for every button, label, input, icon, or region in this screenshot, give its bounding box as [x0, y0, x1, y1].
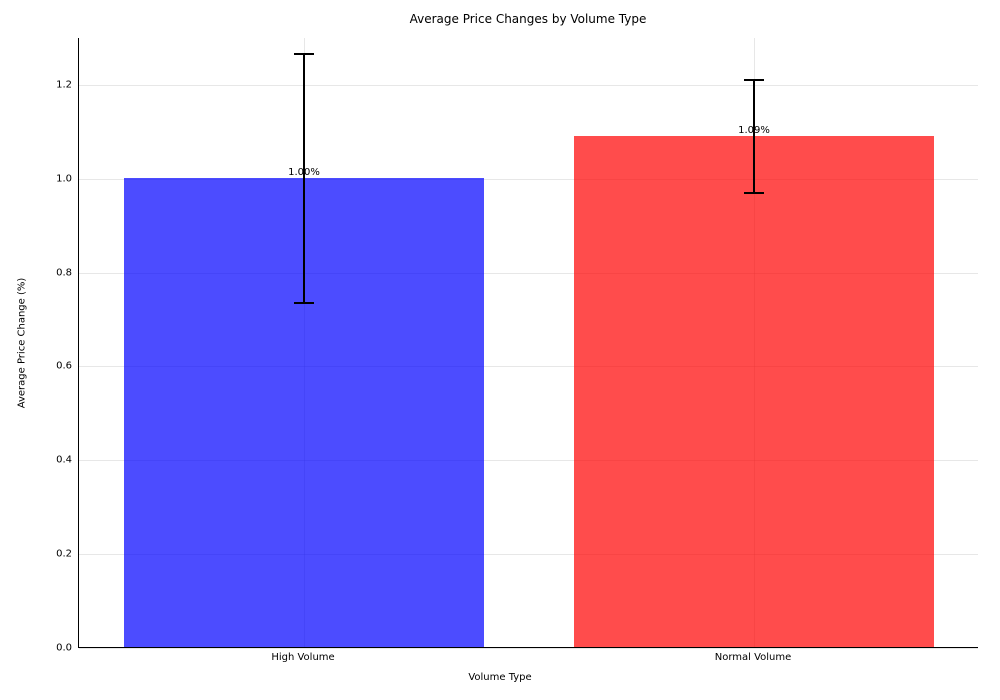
grid-line	[79, 648, 978, 649]
error-cap	[294, 302, 314, 304]
x-tick-label: High Volume	[271, 652, 334, 663]
bar-normal-volume	[574, 136, 934, 647]
y-axis-label: Average Price Change (%)	[17, 278, 28, 409]
y-tick-label: 0.2	[56, 549, 72, 560]
bar-value-label: 1.09%	[738, 125, 770, 136]
error-cap	[744, 192, 764, 194]
grid-line	[79, 85, 978, 86]
chart-figure: Average Price Changes by Volume Type 1.0…	[0, 0, 1000, 700]
y-tick-label: 0.6	[56, 361, 72, 372]
error-bar	[303, 54, 305, 303]
y-tick-label: 1.2	[56, 79, 72, 90]
plot-area: 1.00% 1.09%	[78, 38, 978, 648]
error-cap	[294, 53, 314, 55]
chart-title: Average Price Changes by Volume Type	[410, 12, 647, 26]
y-tick-label: 0.8	[56, 267, 72, 278]
bar-value-label: 1.00%	[288, 167, 320, 178]
x-tick-label: Normal Volume	[715, 652, 792, 663]
y-tick-label: 0.4	[56, 455, 72, 466]
x-axis-label: Volume Type	[468, 672, 531, 683]
error-bar	[753, 80, 755, 193]
y-tick-label: 0.0	[56, 643, 72, 654]
y-tick-label: 1.0	[56, 173, 72, 184]
error-cap	[744, 79, 764, 81]
